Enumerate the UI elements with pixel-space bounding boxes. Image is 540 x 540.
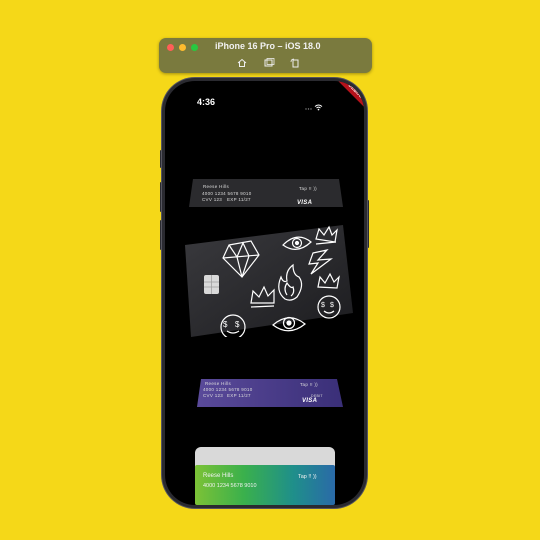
purple-card-tap: Tap !! )) — [300, 382, 318, 387]
chip-icon — [204, 275, 219, 294]
home-icon[interactable] — [236, 57, 248, 69]
top-card-exp: EXP 11/27 — [227, 197, 251, 202]
green-card-number: 4000 1234 5678 9010 — [203, 483, 257, 489]
green-card-name: Reese Hills — [203, 473, 234, 479]
simulator-title: iPhone 16 Pro – iOS 18.0 — [215, 41, 321, 51]
volume-down-button — [160, 220, 163, 250]
simulator-toolbar: iPhone 16 Pro – iOS 18.0 — [159, 38, 372, 73]
rotate-icon[interactable] — [289, 57, 301, 69]
phone-screen: 4:36 DEBUG Reese Hills Tap !! )) 4000 12… — [165, 81, 364, 505]
purple-card-brand: VISA — [302, 398, 318, 404]
debug-banner: DEBUG — [336, 81, 364, 111]
purple-card-exp: EXP 11/27 — [227, 393, 251, 398]
svg-text:$: $ — [330, 302, 334, 309]
minimize-window-button[interactable] — [179, 44, 186, 51]
action-button — [160, 150, 163, 168]
volume-up-button — [160, 182, 163, 212]
purple-card-name: Reese Hills — [205, 381, 232, 386]
screenshot-icon[interactable] — [263, 57, 275, 69]
power-button — [366, 200, 369, 248]
top-card-cvv: CVV 123 — [202, 197, 223, 202]
svg-text:$: $ — [235, 320, 240, 329]
purple-card-number: 4000 1234 5678 9010 — [203, 387, 253, 392]
signal-icon — [305, 108, 312, 110]
sticker-card[interactable]: $ $ $ $ — [179, 225, 355, 337]
top-card-name: Reese Hills — [203, 184, 230, 189]
purple-card-cvv: CVV 123 — [203, 393, 224, 398]
wifi-icon — [314, 104, 323, 111]
top-card-tap: Tap !! )) — [299, 186, 317, 191]
top-card-brand: VISA — [297, 200, 313, 206]
status-time: 4:36 — [197, 97, 216, 107]
svg-text:$: $ — [223, 320, 228, 329]
close-window-button[interactable] — [167, 44, 174, 51]
status-icons — [305, 98, 329, 116]
svg-text:$: $ — [321, 302, 325, 309]
top-card-number: 4000 1234 5678 9010 — [202, 191, 252, 196]
green-card-tap: Tap !! )) — [298, 474, 317, 480]
zoom-window-button[interactable] — [191, 44, 198, 51]
